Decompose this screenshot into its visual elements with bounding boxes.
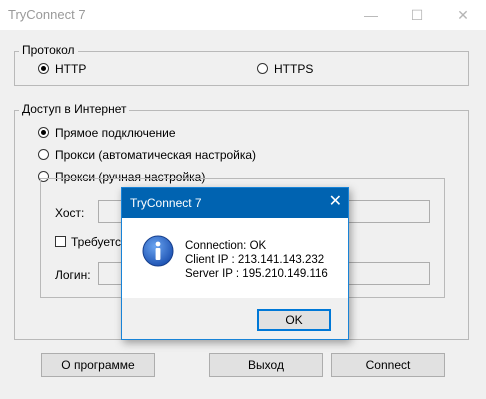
auth-label: Требуется [71, 235, 128, 249]
title-bar: TryConnect 7 — ☐ ✕ [0, 0, 486, 30]
internet-legend: Доступ в Интернет [19, 102, 130, 116]
minimize-button[interactable]: — [348, 0, 394, 30]
dialog-title-bar: TryConnect 7 ✕ [122, 188, 348, 218]
host-label: Хост: [55, 206, 85, 220]
login-label: Логин: [55, 268, 91, 282]
radio-proxy-auto[interactable] [38, 149, 49, 160]
message-dialog: TryConnect 7 ✕ Connection: OK Client IP … [121, 187, 349, 340]
dialog-line-status: Connection: OK [185, 240, 267, 252]
dialog-close-icon[interactable]: ✕ [329, 193, 342, 211]
info-icon [142, 235, 174, 267]
connect-button[interactable]: Connect [331, 353, 445, 377]
window-title: TryConnect 7 [8, 7, 86, 22]
auth-checkbox[interactable] [55, 236, 66, 247]
radio-proxy-auto-label: Прокси (автоматическая настройка) [55, 148, 257, 162]
exit-button[interactable]: Выход [209, 353, 323, 377]
radio-direct-label: Прямое подключение [55, 126, 176, 140]
close-button[interactable]: ✕ [440, 0, 486, 30]
about-button[interactable]: О программе [41, 353, 155, 377]
maximize-button[interactable]: ☐ [394, 0, 440, 30]
radio-https-label: HTTPS [274, 62, 314, 76]
protocol-legend: Протокол [19, 43, 78, 57]
radio-http-label: HTTP [55, 62, 87, 76]
radio-https[interactable] [257, 63, 268, 74]
dialog-title: TryConnect 7 [130, 196, 202, 210]
dialog-footer: OK [122, 298, 348, 339]
ok-button[interactable]: OK [257, 309, 331, 331]
radio-http[interactable] [38, 63, 49, 74]
radio-direct[interactable] [38, 127, 49, 138]
dialog-line-server-ip: Server IP : 195.210.149.116 [185, 268, 328, 280]
dialog-line-client-ip: Client IP : 213.141.143.232 [185, 254, 325, 266]
